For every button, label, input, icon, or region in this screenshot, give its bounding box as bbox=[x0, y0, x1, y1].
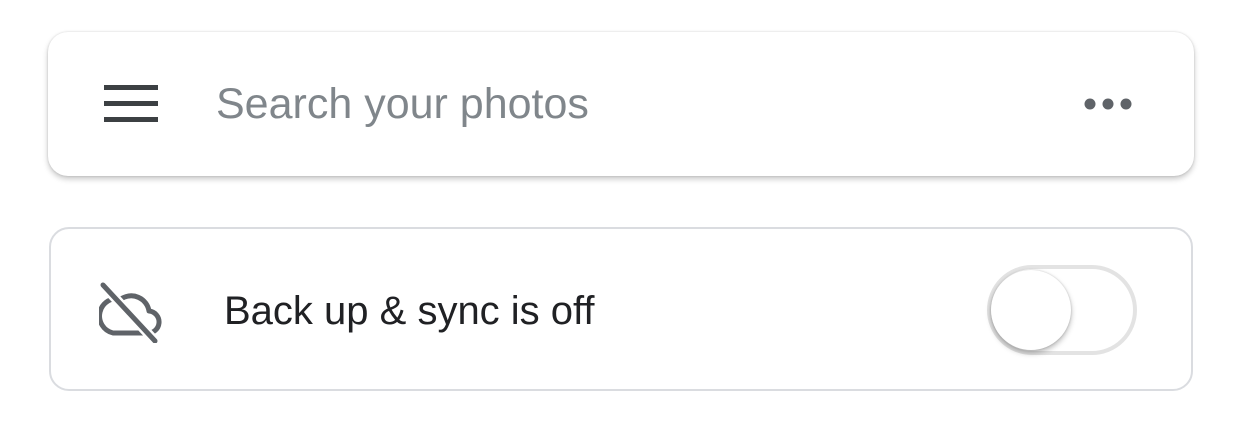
toggle-thumb bbox=[991, 270, 1071, 350]
backup-status-label: Back up & sync is off bbox=[224, 289, 595, 333]
search-input[interactable] bbox=[216, 72, 1016, 136]
menu-button[interactable] bbox=[88, 68, 176, 140]
hamburger-menu-icon bbox=[104, 85, 158, 122]
backup-sync-toggle[interactable] bbox=[987, 265, 1137, 355]
search-bar bbox=[48, 32, 1194, 176]
more-horizontal-icon bbox=[1084, 98, 1132, 110]
cloud-off-icon bbox=[99, 280, 162, 343]
photos-screen: Back up & sync is off bbox=[0, 0, 1242, 428]
more-options-button[interactable] bbox=[1072, 68, 1144, 140]
backup-status-card[interactable]: Back up & sync is off bbox=[49, 227, 1193, 391]
